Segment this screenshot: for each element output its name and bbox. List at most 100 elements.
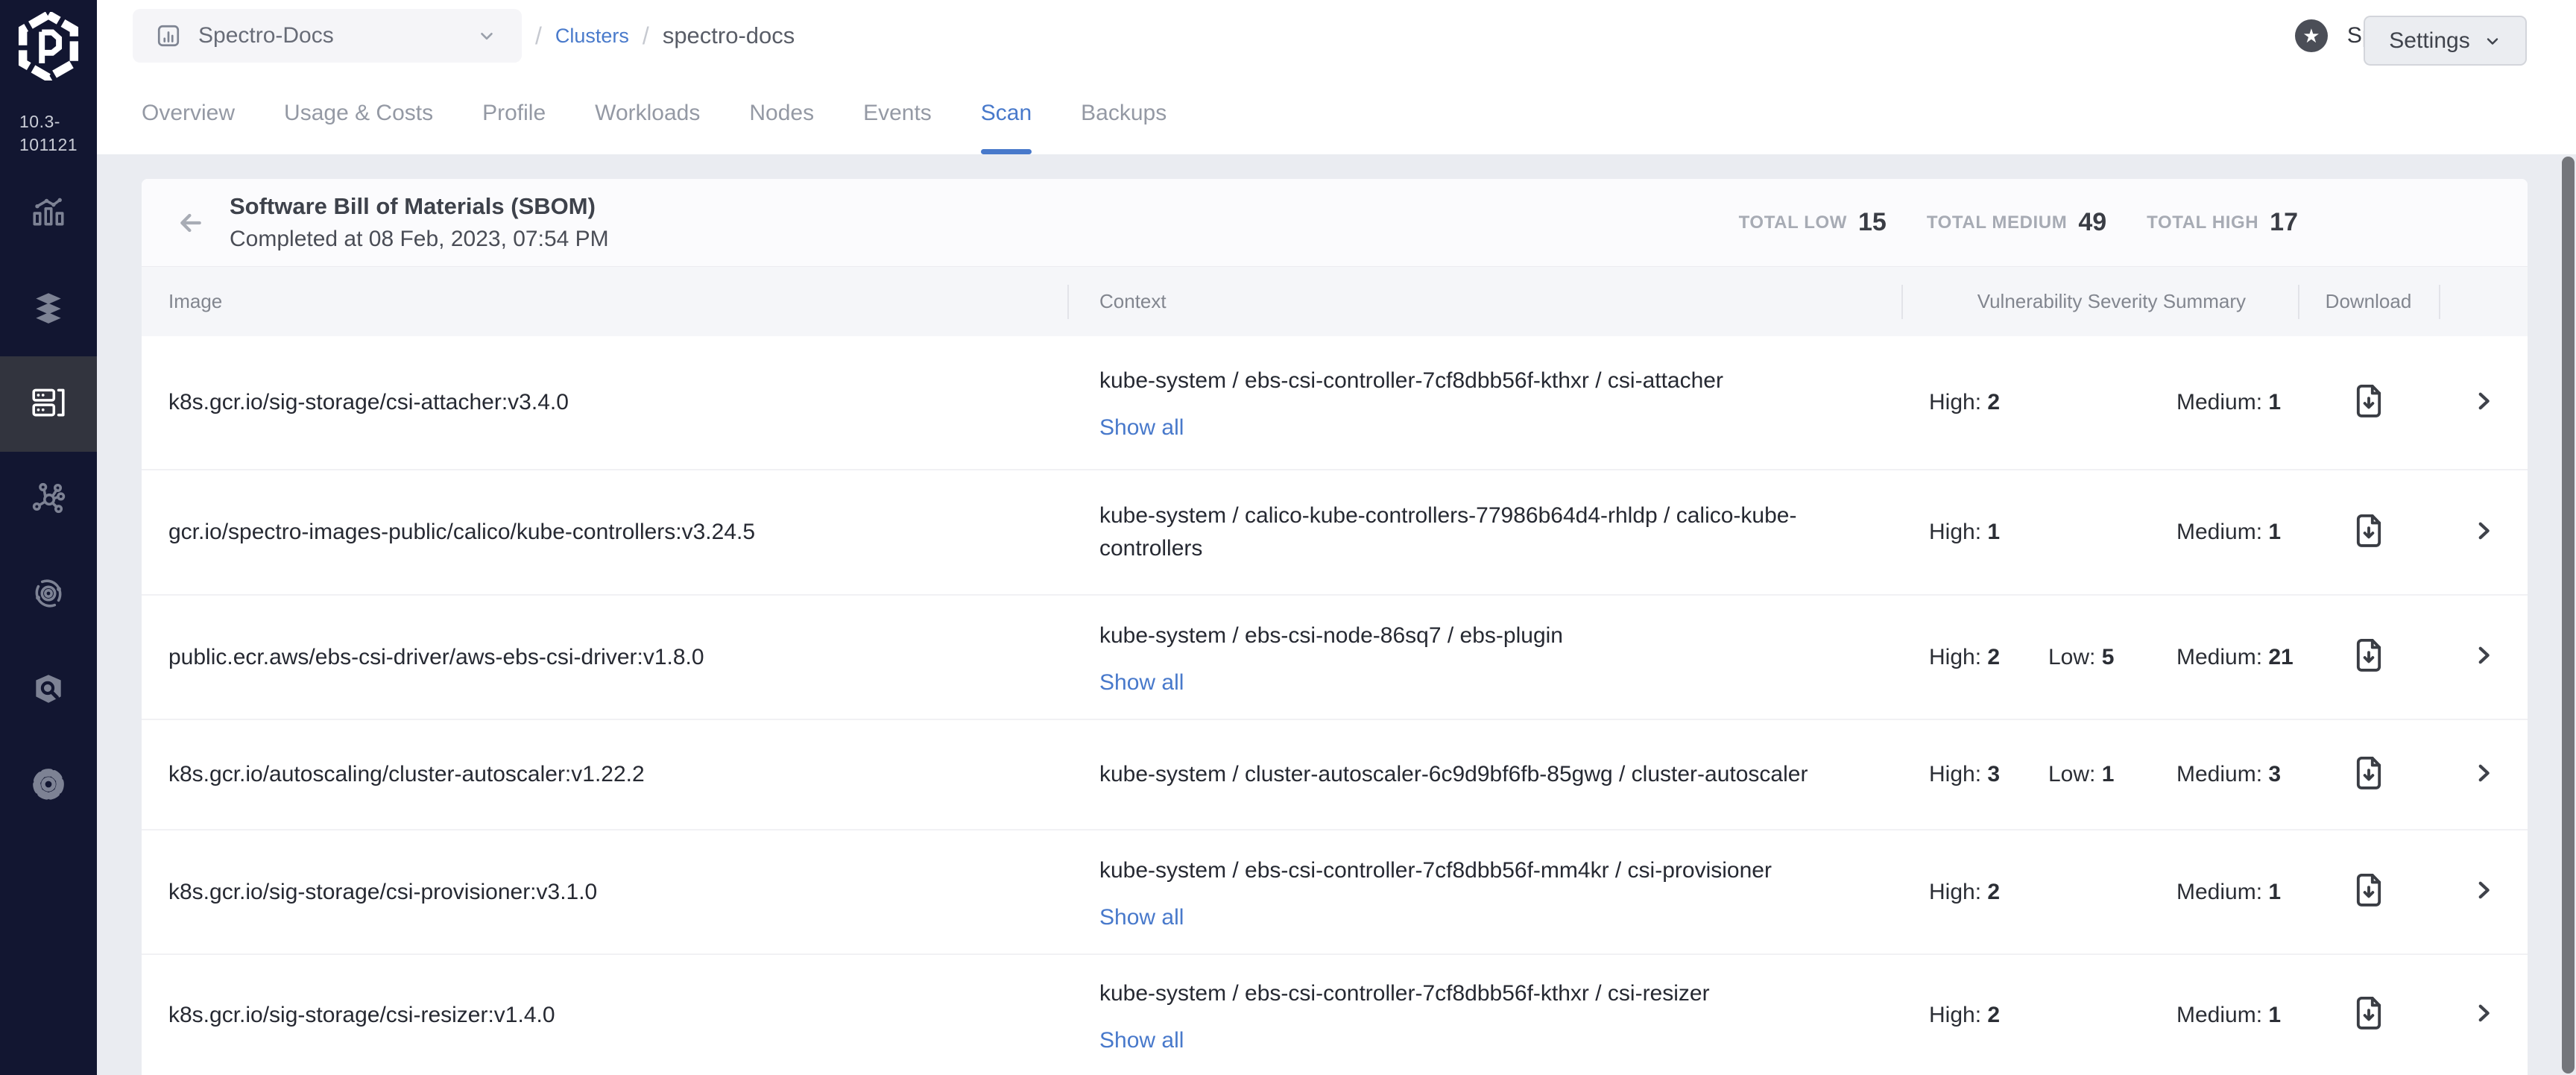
tab-workloads[interactable]: Workloads [595, 72, 700, 154]
column-divider [2439, 285, 2440, 319]
project-selector-label: Spectro-Docs [198, 23, 334, 48]
show-all-link[interactable]: Show all [1099, 905, 1184, 930]
breadcrumb-current-cluster: spectro-docs [663, 22, 795, 49]
tab-profile[interactable]: Profile [482, 72, 546, 154]
severity-totals: TOTAL LOW 15 TOTAL MEDIUM 49 TOTAL HIGH … [1739, 208, 2298, 237]
sidebar-item-audit[interactable] [0, 643, 97, 738]
sidebar: 10.3- 101121 [0, 0, 97, 1075]
column-header-image: Image [142, 290, 1067, 313]
scan-completed-timestamp: Completed at 08 Feb, 2023, 07:54 PM [230, 227, 609, 252]
severity-low: Low: 5 [2048, 645, 2114, 670]
content-area: Software Bill of Materials (SBOM) Comple… [97, 154, 2576, 1075]
network-icon [30, 479, 67, 520]
download-sbom-icon[interactable] [2352, 754, 2386, 796]
table-row[interactable]: public.ecr.aws/ebs-csi-driver/aws-ebs-cs… [142, 594, 2528, 719]
severity-medium: Medium: 1 [2176, 880, 2281, 905]
context-text: kube-system / ebs-csi-node-86sq7 / ebs-p… [1099, 620, 1563, 652]
bar-chart-icon [155, 22, 182, 49]
tab-events[interactable]: Events [863, 72, 932, 154]
image-name: k8s.gcr.io/sig-storage/csi-attacher:v3.4… [168, 390, 569, 415]
image-name: k8s.gcr.io/sig-storage/csi-provisioner:v… [168, 880, 597, 905]
breadcrumb-clusters-link[interactable]: Clusters [555, 25, 629, 48]
row-chevron-right-icon[interactable] [2471, 760, 2496, 789]
arrow-left-icon [176, 208, 206, 238]
image-name: gcr.io/spectro-images-public/calico/kube… [168, 520, 755, 545]
severity-summary: High: 1Medium: 1 [1901, 470, 2298, 594]
sidebar-item-settings[interactable] [0, 738, 97, 833]
sidebar-item-clusters[interactable] [0, 356, 97, 452]
show-all-link[interactable]: Show all [1099, 670, 1184, 696]
tab-backups[interactable]: Backups [1081, 72, 1167, 154]
breadcrumb: / Clusters / spectro-docs [535, 22, 795, 50]
column-header-severity: Vulnerability Severity Summary [1901, 290, 2298, 313]
severity-high: High: 2 [1929, 880, 2000, 905]
context-text: kube-system / ebs-csi-controller-7cf8dbb… [1099, 365, 1723, 397]
column-header-context: Context [1067, 290, 1901, 313]
column-divider [1067, 285, 1069, 319]
total-high: TOTAL HIGH 17 [2147, 208, 2298, 237]
total-low-value: 15 [1858, 208, 1887, 237]
sidebar-item-profiles[interactable] [0, 261, 97, 356]
table-row[interactable]: k8s.gcr.io/sig-storage/csi-resizer:v1.4.… [142, 953, 2528, 1075]
show-all-link[interactable]: Show all [1099, 1028, 1184, 1053]
severity-medium: Medium: 3 [2176, 762, 2281, 787]
sbom-card: Software Bill of Materials (SBOM) Comple… [142, 179, 2528, 1075]
row-chevron-right-icon[interactable] [2471, 388, 2496, 417]
severity-high: High: 2 [1929, 1003, 2000, 1028]
sbom-header: Software Bill of Materials (SBOM) Comple… [142, 179, 2528, 267]
row-chevron-right-icon[interactable] [2471, 877, 2496, 907]
row-chevron-right-icon[interactable] [2471, 1000, 2496, 1030]
tab-usage-costs[interactable]: Usage & Costs [284, 72, 433, 154]
context-text: kube-system / cluster-autoscaler-6c9d9bf… [1099, 758, 1808, 791]
download-sbom-icon[interactable] [2352, 511, 2386, 554]
vertical-scrollbar[interactable] [2562, 157, 2575, 1074]
gear-icon [30, 766, 67, 807]
project-selector[interactable]: Spectro-Docs [133, 9, 522, 63]
table-row[interactable]: k8s.gcr.io/autoscaling/cluster-autoscale… [142, 719, 2528, 829]
chevron-down-icon [2484, 32, 2501, 50]
table-row[interactable]: gcr.io/spectro-images-public/calico/kube… [142, 469, 2528, 594]
column-divider [2298, 285, 2299, 319]
table-row[interactable]: k8s.gcr.io/sig-storage/csi-provisioner:v… [142, 829, 2528, 953]
total-medium-label: TOTAL MEDIUM [1927, 212, 2068, 233]
table-row[interactable]: k8s.gcr.io/sig-storage/csi-attacher:v3.4… [142, 336, 2528, 469]
total-low: TOTAL LOW 15 [1739, 208, 1887, 237]
context-text: kube-system / calico-kube-controllers-77… [1099, 499, 1884, 565]
back-button[interactable] [174, 207, 207, 239]
version-label: 10.3- 101121 [19, 110, 97, 157]
severity-summary: High: 2Medium: 1 [1901, 955, 2298, 1075]
sidebar-item-workspaces[interactable] [0, 452, 97, 547]
cluster-list-icon [30, 384, 67, 425]
severity-summary: High: 2Medium: 1 [1901, 336, 2298, 469]
page-title: Software Bill of Materials (SBOM) [230, 193, 609, 220]
scan-search-icon [30, 670, 67, 711]
context-text: kube-system / ebs-csi-controller-7cf8dbb… [1099, 854, 1772, 887]
settings-button[interactable]: Settings [2364, 16, 2527, 66]
sidebar-item-registries[interactable] [0, 547, 97, 643]
palette-hexagon-logo-icon [16, 12, 81, 81]
table-header: Image Context Vulnerability Severity Sum… [142, 267, 2528, 336]
sidebar-nav [0, 165, 97, 833]
settings-button-label: Settings [2389, 28, 2469, 54]
show-all-link[interactable]: Show all [1099, 415, 1184, 441]
row-chevron-right-icon[interactable] [2471, 643, 2496, 672]
image-name: k8s.gcr.io/sig-storage/csi-resizer:v1.4.… [168, 1003, 555, 1028]
download-sbom-icon[interactable] [2352, 994, 2386, 1036]
tab-scan[interactable]: Scan [981, 72, 1032, 154]
column-divider [1901, 285, 1903, 319]
total-high-label: TOTAL HIGH [2147, 212, 2258, 233]
severity-medium: Medium: 1 [2176, 520, 2281, 545]
severity-high: High: 2 [1929, 645, 2000, 670]
total-low-label: TOTAL LOW [1739, 212, 1847, 233]
tab-overview[interactable]: Overview [142, 72, 235, 154]
context-text: kube-system / ebs-csi-controller-7cf8dbb… [1099, 977, 1710, 1010]
tab-nodes[interactable]: Nodes [749, 72, 814, 154]
star-icon: ★ [2295, 19, 2328, 52]
row-chevron-right-icon[interactable] [2471, 518, 2496, 547]
download-sbom-icon[interactable] [2352, 382, 2386, 424]
download-sbom-icon[interactable] [2352, 871, 2386, 913]
palette-logo[interactable] [0, 0, 97, 81]
download-sbom-icon[interactable] [2352, 636, 2386, 678]
analytics-icon [30, 193, 67, 234]
sidebar-item-monitoring[interactable] [0, 165, 97, 261]
